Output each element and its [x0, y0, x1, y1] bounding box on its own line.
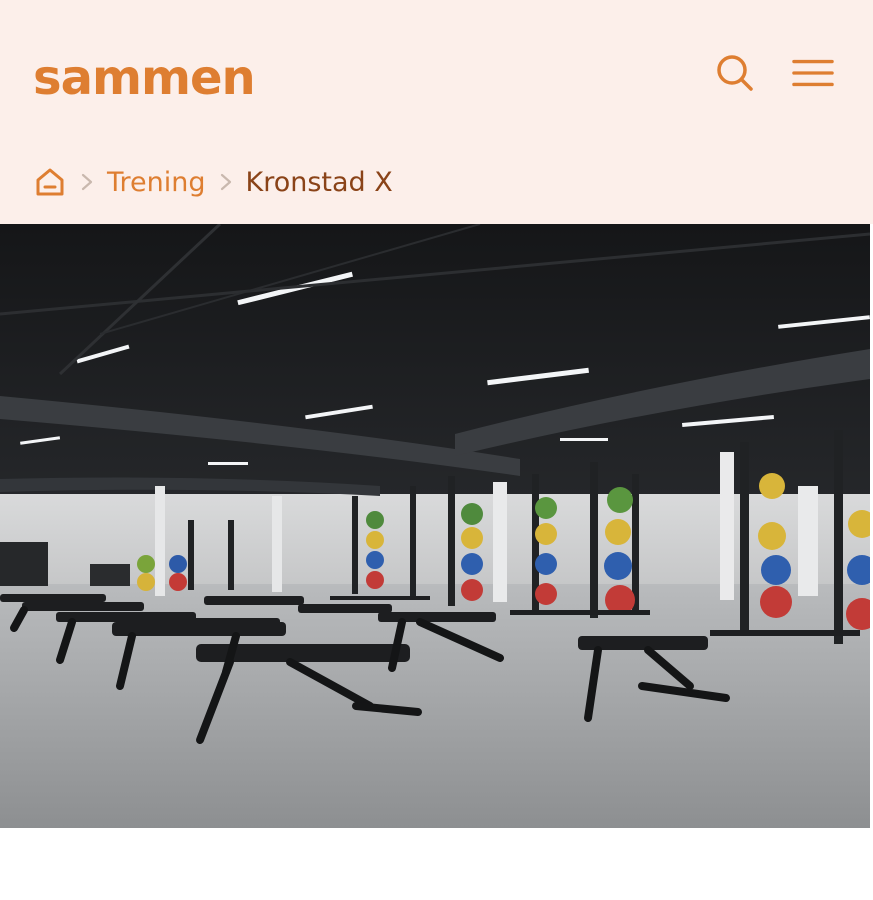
breadcrumb-separator [206, 162, 246, 202]
breadcrumb-current-page: Kronstad X [245, 166, 393, 198]
home-icon [36, 168, 64, 196]
hamburger-menu-icon [792, 59, 834, 87]
breadcrumb-separator [67, 162, 107, 202]
search-button[interactable] [714, 52, 756, 94]
sammen-logo[interactable]: sammen [33, 50, 256, 106]
menu-button[interactable] [792, 52, 834, 94]
chevron-right-icon [81, 173, 93, 191]
search-icon [717, 55, 753, 91]
chevron-right-icon [220, 173, 231, 191]
hero-image [0, 224, 870, 828]
breadcrumb-item-trening[interactable]: Trening [107, 167, 206, 198]
breadcrumb-home[interactable] [33, 165, 67, 199]
breadcrumb: Trening Kronstad X [33, 162, 393, 202]
gym-interior-photo [0, 224, 870, 828]
site-header: sammen Trening Kronstad X [0, 0, 873, 224]
